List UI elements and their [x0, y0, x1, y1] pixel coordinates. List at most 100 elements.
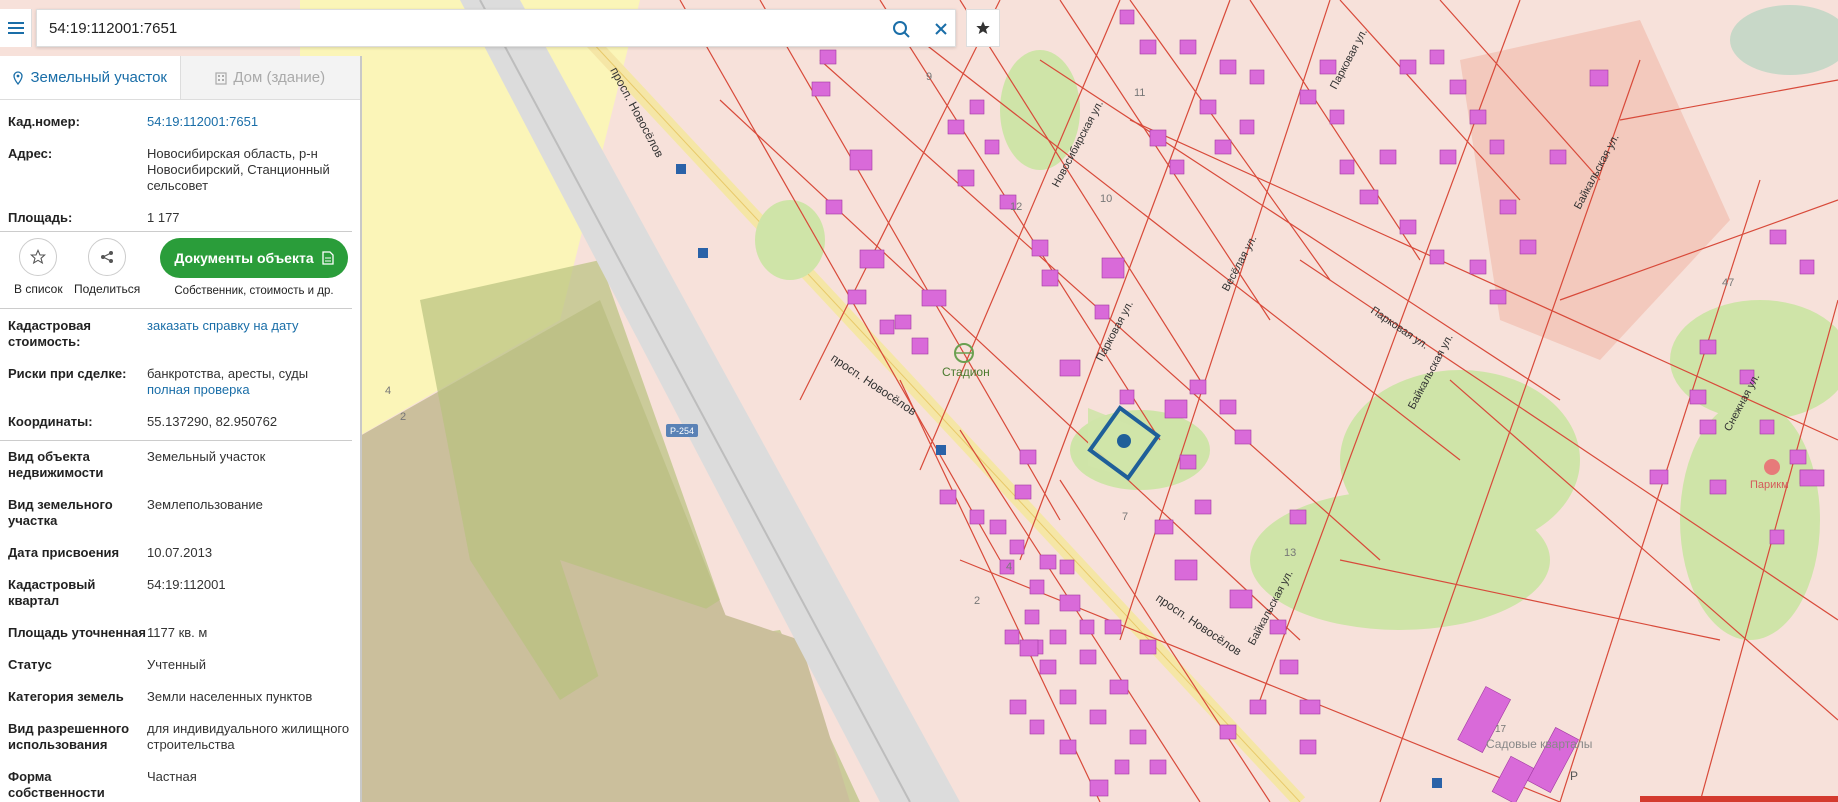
road-label-r254: Р-254: [670, 426, 694, 436]
info-value: Новосибирская область, р-н Новосибирский…: [147, 146, 330, 193]
coords-value: 55.137290, 82.950762: [147, 414, 278, 429]
share-circle: [88, 238, 127, 276]
info-value: Учтенный: [147, 657, 207, 672]
info-row: Статус Учтенный: [0, 657, 360, 689]
info-key: Кад.номер:: [8, 114, 80, 129]
panel-tabs: Земельный участок Дом (здание): [0, 56, 360, 100]
bus-stop-icon: [936, 445, 946, 455]
menu-button[interactable]: [0, 9, 32, 47]
share-label: Поделиться: [74, 282, 141, 296]
info-value: 54:19:112001: [147, 577, 226, 592]
info-row-coords: Координаты: 55.137290, 82.950762: [0, 414, 360, 434]
info-value: Землепользование: [147, 497, 263, 512]
share-button[interactable]: Поделиться: [74, 238, 140, 296]
order-certificate-link[interactable]: заказать справку на дату: [147, 318, 352, 366]
info-key: Дата присвоения: [8, 545, 120, 560]
info-value: Земельный участок: [147, 449, 266, 464]
map-number: 7: [1122, 511, 1128, 523]
info-key: Риски при сделке:: [8, 366, 127, 381]
info-value: 1177 кв. м: [147, 625, 208, 640]
info-row: Вид разрешенного использования для индив…: [0, 721, 360, 769]
selected-parcel-marker: [1117, 434, 1131, 448]
tab-label: Земельный участок: [30, 69, 167, 86]
map-number: 4: [1006, 561, 1012, 573]
info-key: Кадастровая стоимость:: [8, 318, 91, 349]
tab-label: Дом (здание): [233, 69, 326, 86]
bus-stop-icon: [676, 164, 686, 174]
pin-icon: [13, 70, 24, 85]
hairdresser-icon: [1764, 459, 1780, 475]
info-key: Статус: [8, 657, 52, 672]
info-key: Координаты:: [8, 414, 93, 429]
search-icon: [893, 21, 910, 38]
bus-stop-icon: [698, 248, 708, 258]
map-number: 10: [1100, 193, 1112, 205]
cad-number-link[interactable]: 54:19:112001:7651: [147, 114, 352, 146]
star-icon: [976, 21, 990, 34]
info-key: Кадастровый квартал: [8, 577, 96, 608]
share-icon: [101, 251, 114, 263]
tab-building[interactable]: Дом (здание): [180, 56, 360, 99]
add-to-list-button[interactable]: В список: [14, 238, 63, 296]
clear-button[interactable]: [927, 15, 955, 43]
map-number: P: [1570, 769, 1578, 783]
info-row-area: Площадь: 1 177: [0, 210, 360, 230]
info-key: Форма собственности: [8, 769, 105, 800]
poi-label-parikm: Парикм: [1750, 479, 1789, 491]
search-input[interactable]: [49, 19, 869, 37]
info-key: Адрес:: [8, 146, 53, 161]
info-row-risks: Риски при сделке: банкротства, аресты, с…: [0, 366, 360, 414]
info-key: Категория земель: [8, 689, 124, 704]
close-icon: [935, 23, 947, 35]
building-icon: [215, 71, 227, 85]
info-key: Площадь:: [8, 210, 73, 225]
top-bar: [0, 9, 1000, 47]
info-row: Категория земель Земли населенных пункто…: [0, 689, 360, 721]
map-number: 47: [1722, 277, 1734, 289]
risks-value-block: банкротства, аресты, суды полная проверк…: [147, 366, 352, 414]
info-value: Земли населенных пунктов: [147, 689, 313, 704]
info-row-cadnum: Кад.номер: 54:19:112001:7651: [0, 114, 360, 146]
info-row: Форма собственности Частная: [0, 769, 360, 802]
info-key: Вид земельного участка: [8, 497, 113, 528]
favorite-button[interactable]: [966, 9, 1000, 47]
info-row: Вид объекта недвижимости Земельный участ…: [0, 449, 360, 497]
map-number: 2: [974, 595, 980, 607]
poi-label-sadovye: Садовые кварталы: [1486, 737, 1592, 751]
info-top: Кад.номер: 54:19:112001:7651 Адрес: Ново…: [0, 114, 360, 230]
info-row: Кадастровый квартал 54:19:112001: [0, 577, 360, 625]
info-row-address: Адрес: Новосибирская область, р-н Новоси…: [0, 146, 360, 210]
star-outline-icon: [30, 249, 47, 265]
map-number: 2: [400, 411, 406, 423]
actions-row: В список Поделиться Документы объекта Со…: [0, 238, 360, 308]
hamburger-icon: [7, 22, 24, 34]
info-panel: Земельный участок Дом (здание) Кад.номер…: [0, 56, 362, 802]
document-icon: [321, 251, 334, 265]
map-number: 11: [1134, 87, 1145, 99]
documents-button[interactable]: Документы объекта: [160, 238, 348, 278]
info-row-cad-cost: Кадастровая стоимость: заказать справку …: [0, 318, 360, 366]
info-key: Вид объекта недвижимости: [8, 449, 104, 480]
info-mid: Кадастровая стоимость: заказать справку …: [0, 318, 360, 434]
documents-subtitle: Собственник, стоимость и др.: [174, 285, 334, 297]
info-value: 1 177: [147, 210, 180, 225]
map-number: 12: [1010, 201, 1022, 213]
add-to-list-label: В список: [14, 282, 63, 296]
divider: [0, 440, 352, 441]
map-number: 4: [385, 385, 391, 397]
info-value: Частная: [147, 769, 197, 784]
add-to-list-circle: [19, 238, 58, 276]
search-button[interactable]: [887, 15, 915, 43]
divider: [0, 308, 352, 309]
full-check-link[interactable]: полная проверка: [147, 382, 352, 398]
map-number: 9: [926, 71, 932, 83]
tab-land-plot[interactable]: Земельный участок: [0, 56, 181, 99]
info-key: Вид разрешенного использования: [8, 721, 130, 752]
info-value: для индивидуального жилищного строительс…: [147, 721, 350, 752]
poi-label-stadium: Стадион: [942, 365, 990, 379]
info-row: Дата присвоения 10.07.2013: [0, 545, 360, 577]
info-key: Площадь уточненная: [8, 625, 146, 640]
map-number: 13: [1284, 547, 1296, 559]
info-bottom: Вид объекта недвижимости Земельный участ…: [0, 449, 360, 802]
risks-value: банкротства, аресты, суды: [147, 366, 309, 381]
